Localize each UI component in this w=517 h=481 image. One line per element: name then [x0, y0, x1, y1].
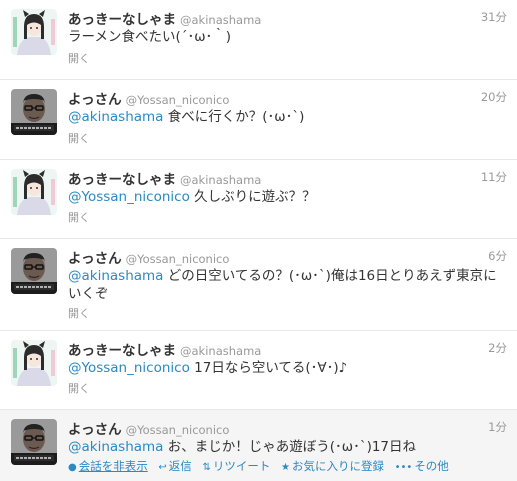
mention-link[interactable]: @akinashama	[68, 268, 163, 284]
tweet-header: あっきーなしゃま @akinashama 31分	[68, 8, 507, 28]
reply-icon: ↩	[158, 462, 167, 473]
tweet-text: @akinashama どの日空いてるの？(･ω･`)俺は16日とりあえず東京に…	[68, 267, 501, 303]
tweet-item[interactable]: あっきーなしゃま @akinashama 2分 @Yossan_niconico …	[0, 331, 517, 410]
tweet-body: お、まじか！じゃあ遊ぼう(･ω･`)17日ね	[163, 439, 417, 455]
user-name[interactable]: あっきーなしゃま	[68, 343, 176, 359]
expand-link[interactable]: 開く	[68, 209, 90, 225]
tweet-body: 17日なら空いてる(･∀･)♪	[189, 360, 348, 376]
more-dots-icon: •••	[394, 462, 413, 473]
timestamp[interactable]: 6分	[488, 248, 507, 264]
tweet-header: よっさん @Yossan_niconico 1分	[68, 418, 507, 438]
retweet-label: リツイート	[212, 459, 271, 473]
timestamp[interactable]: 1分	[488, 419, 507, 435]
reply-button[interactable]: ↩ 返信	[158, 458, 191, 474]
tweet-body: ラーメン食べたい(´･ω･｀)	[68, 29, 232, 45]
user-handle[interactable]: @akinashama	[180, 344, 261, 358]
avatar[interactable]	[11, 89, 57, 135]
avatar[interactable]	[11, 419, 57, 465]
avatar[interactable]	[11, 248, 57, 294]
avatar[interactable]	[11, 340, 57, 386]
favorite-button[interactable]: ★ お気に入りに登録	[281, 458, 384, 474]
tweet-body: 食べに行くか？(･ω･`)	[163, 109, 305, 125]
tweet-header: よっさん @Yossan_niconico 6分	[68, 247, 507, 267]
avatar[interactable]	[11, 169, 57, 215]
avatar[interactable]	[11, 9, 57, 55]
user-handle[interactable]: @Yossan_niconico	[126, 93, 230, 107]
tweet-text: @Yossan_niconico 久しぶりに遊ぶ？？	[68, 188, 501, 206]
reply-label: 返信	[168, 459, 192, 473]
hide-conversation-button[interactable]: ● 会話を非表示	[68, 458, 148, 474]
more-label: その他	[414, 459, 449, 473]
tweet-text: @akinashama お、まじか！じゃあ遊ぼう(･ω･`)17日ね	[68, 438, 501, 456]
tweet-item[interactable]: よっさん @Yossan_niconico 1分 @akinashama お、まじ…	[0, 410, 517, 481]
user-name[interactable]: よっさん	[68, 251, 122, 267]
tweet-header: あっきーなしゃま @akinashama 11分	[68, 168, 507, 188]
user-handle[interactable]: @akinashama	[180, 13, 261, 27]
user-name[interactable]: よっさん	[68, 422, 122, 438]
tweet-header: よっさん @Yossan_niconico 20分	[68, 88, 507, 108]
expand-link[interactable]: 開く	[68, 380, 90, 396]
user-handle[interactable]: @Yossan_niconico	[126, 252, 230, 266]
favorite-label: お気に入りに登録	[291, 459, 384, 473]
conversation-icon: ●	[68, 462, 77, 473]
retweet-button[interactable]: ⇅ リツイート	[202, 458, 270, 474]
star-icon: ★	[280, 462, 290, 473]
user-handle[interactable]: @Yossan_niconico	[126, 423, 230, 437]
expand-link[interactable]: 開く	[68, 305, 90, 321]
tweet-item[interactable]: あっきーなしゃま @akinashama 31分 ラーメン食べたい(´･ω･｀) …	[0, 0, 517, 80]
tweet-header: あっきーなしゃま @akinashama 2分	[68, 339, 507, 359]
timestamp[interactable]: 2分	[488, 340, 507, 356]
user-name[interactable]: あっきーなしゃま	[68, 12, 176, 28]
retweet-icon: ⇅	[202, 462, 211, 473]
mention-link[interactable]: @akinashama	[68, 439, 163, 455]
mention-link[interactable]: @Yossan_niconico	[68, 360, 190, 376]
tweet-text: @Yossan_niconico 17日なら空いてる(･∀･)♪	[68, 359, 501, 377]
tweet-text: @akinashama 食べに行くか？(･ω･`)	[68, 108, 501, 126]
mention-link[interactable]: @Yossan_niconico	[68, 189, 190, 205]
more-button[interactable]: ••• その他	[395, 458, 449, 474]
mention-link[interactable]: @akinashama	[68, 109, 163, 125]
tweet-body: 久しぶりに遊ぶ？？	[189, 189, 316, 205]
tweet-text: ラーメン食べたい(´･ω･｀)	[68, 28, 501, 46]
timestamp[interactable]: 11分	[481, 169, 507, 185]
timestamp[interactable]: 31分	[481, 9, 507, 25]
hide-conversation-label: 会話を非表示	[78, 459, 148, 473]
tweet-actions: ● 会話を非表示 ↩ 返信 ⇅ リツイート ★ お気に入りに登録 ••• その他	[68, 458, 507, 474]
user-name[interactable]: よっさん	[68, 92, 122, 108]
tweet-item[interactable]: よっさん @Yossan_niconico 6分 @akinashama どの日空…	[0, 239, 517, 331]
tweet-item[interactable]: あっきーなしゃま @akinashama 11分 @Yossan_niconico…	[0, 160, 517, 239]
tweet-item[interactable]: よっさん @Yossan_niconico 20分 @akinashama 食べに…	[0, 80, 517, 160]
expand-link[interactable]: 開く	[68, 50, 90, 66]
user-name[interactable]: あっきーなしゃま	[68, 172, 176, 188]
user-handle[interactable]: @akinashama	[180, 173, 261, 187]
expand-link[interactable]: 開く	[68, 130, 90, 146]
timestamp[interactable]: 20分	[481, 89, 507, 105]
